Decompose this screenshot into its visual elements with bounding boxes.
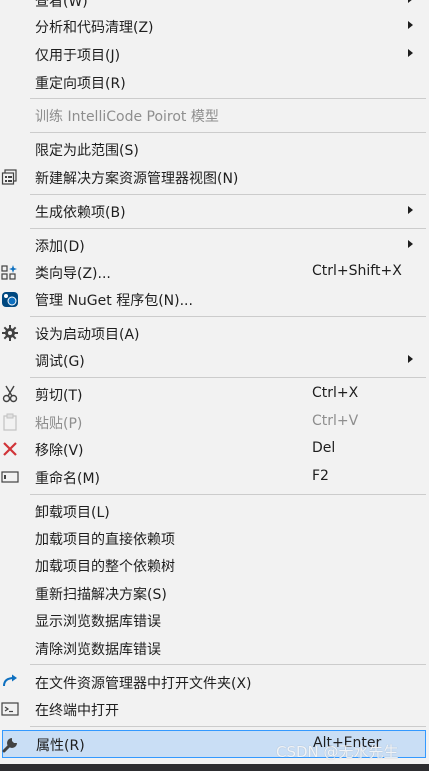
menu-item-debug[interactable]: 调试(G) bbox=[0, 347, 426, 373]
menu-item-remove[interactable]: 移除(V) Del bbox=[0, 436, 426, 462]
menu-item-retarget-project[interactable]: 重定向项目(R) bbox=[0, 69, 426, 95]
menu-item-paste: 粘贴(P) Ctrl+V bbox=[0, 409, 426, 435]
nuget-icon bbox=[0, 289, 20, 309]
clipboard-icon bbox=[0, 412, 20, 432]
menu-separator bbox=[30, 98, 426, 99]
menu-item-label: 添加(D) bbox=[35, 239, 85, 255]
menu-item-analyze-code-cleanup[interactable]: 分析和代码清理(Z) bbox=[0, 13, 426, 39]
submenu-arrow-icon bbox=[408, 206, 413, 214]
menu-item-open-in-terminal[interactable]: 在终端中打开 bbox=[0, 696, 426, 722]
menu-item-shortcut: Ctrl+X bbox=[312, 385, 359, 401]
menu-item-label: 在终端中打开 bbox=[35, 703, 119, 719]
menu-item-label: 卸载项目(L) bbox=[35, 505, 110, 521]
menu-item-label: 类向导(Z)... bbox=[35, 266, 111, 282]
menu-item-label: 重新扫描解决方案(S) bbox=[35, 587, 167, 603]
wrench-icon bbox=[1, 734, 21, 754]
menu-item-label: 在文件资源管理器中打开文件夹(X) bbox=[35, 676, 252, 692]
menu-item-show-browse-db-errors[interactable]: 显示浏览数据库错误 bbox=[0, 607, 426, 633]
context-menu: 查看(W) 分析和代码清理(Z) 仅用于项目(J) 重定向项目(R) 训练 In… bbox=[0, 0, 429, 771]
menu-item-label: 重定向项目(R) bbox=[35, 76, 126, 92]
menu-item-manage-nuget[interactable]: 管理 NuGet 程序包(N)... bbox=[0, 286, 426, 312]
menu-item-label: 分析和代码清理(Z) bbox=[35, 20, 154, 36]
menu-item-label: 仅用于项目(J) bbox=[35, 48, 121, 64]
menu-item-label: 剪切(T) bbox=[35, 388, 83, 404]
menu-item-label: 新建解决方案资源管理器视图(N) bbox=[35, 171, 239, 187]
menu-separator bbox=[30, 726, 426, 727]
menu-item-label: 查看(W) bbox=[35, 0, 88, 10]
menu-item-label: 重命名(M) bbox=[35, 471, 101, 487]
menu-separator bbox=[30, 664, 426, 665]
menu-separator bbox=[30, 377, 426, 378]
scissors-icon bbox=[0, 384, 20, 404]
delete-x-icon bbox=[0, 439, 20, 459]
class-wizard-icon bbox=[0, 262, 20, 282]
submenu-arrow-icon bbox=[408, 355, 413, 363]
menu-item-label: 移除(V) bbox=[35, 443, 84, 459]
menu-item-class-wizard[interactable]: 类向导(Z)... Ctrl+Shift+X bbox=[0, 259, 426, 285]
menu-item-label: 限定为此范围(S) bbox=[35, 143, 139, 159]
menu-item-shortcut: Del bbox=[312, 440, 336, 456]
rename-icon bbox=[0, 467, 20, 487]
menu-separator bbox=[30, 316, 426, 317]
menu-item-label: 属性(R) bbox=[36, 738, 85, 754]
menu-item-label: 粘贴(P) bbox=[35, 416, 83, 432]
menu-item-shortcut: F2 bbox=[312, 468, 329, 484]
menu-item-shortcut: Ctrl+V bbox=[312, 413, 359, 429]
menu-item-load-direct-dependencies[interactable]: 加载项目的直接依赖项 bbox=[0, 525, 426, 551]
menu-item-load-dependency-tree[interactable]: 加载项目的整个依赖树 bbox=[0, 552, 426, 578]
menu-item-set-startup-project[interactable]: 设为启动项目(A) bbox=[0, 320, 426, 346]
submenu-arrow-icon bbox=[408, 0, 413, 3]
menu-item-add[interactable]: 添加(D) bbox=[0, 232, 426, 258]
menu-separator bbox=[30, 132, 426, 133]
menu-item-rename[interactable]: 重命名(M) F2 bbox=[0, 464, 426, 490]
menu-separator bbox=[30, 228, 426, 229]
gear-icon bbox=[0, 323, 20, 343]
bottom-edge-bar bbox=[0, 764, 429, 771]
menu-item-label: 生成依赖项(B) bbox=[35, 205, 126, 221]
menu-item-clear-browse-db-errors[interactable]: 清除浏览数据库错误 bbox=[0, 635, 426, 661]
open-folder-arrow-icon bbox=[0, 672, 20, 692]
menu-separator bbox=[30, 494, 426, 495]
menu-item-label: 加载项目的直接依赖项 bbox=[35, 532, 175, 548]
menu-separator bbox=[30, 194, 426, 195]
menu-item-open-in-file-explorer[interactable]: 在文件资源管理器中打开文件夹(X) bbox=[0, 669, 426, 695]
menu-item-label: 清除浏览数据库错误 bbox=[35, 642, 161, 658]
menu-item-project-only[interactable]: 仅用于项目(J) bbox=[0, 41, 426, 67]
menu-item-label: 加载项目的整个依赖树 bbox=[35, 559, 175, 575]
menu-item-unload-project[interactable]: 卸载项目(L) bbox=[0, 498, 426, 524]
submenu-arrow-icon bbox=[408, 21, 413, 29]
menu-item-scope-to-this[interactable]: 限定为此范围(S) bbox=[0, 136, 426, 162]
terminal-icon bbox=[0, 699, 20, 719]
menu-item-label: 管理 NuGet 程序包(N)... bbox=[35, 293, 193, 309]
new-view-icon bbox=[0, 167, 20, 187]
menu-item-shortcut: Ctrl+Shift+X bbox=[312, 263, 402, 279]
menu-item-new-solution-explorer-view[interactable]: 新建解决方案资源管理器视图(N) bbox=[0, 164, 426, 190]
submenu-arrow-icon bbox=[408, 240, 413, 248]
menu-item-label: 设为启动项目(A) bbox=[35, 327, 140, 343]
menu-item-rescan-solution[interactable]: 重新扫描解决方案(S) bbox=[0, 580, 426, 606]
menu-item-build-dependencies[interactable]: 生成依赖项(B) bbox=[0, 198, 426, 224]
menu-item-label: 训练 IntelliCode Poirot 模型 bbox=[35, 109, 219, 125]
watermark: CSDN @无水先生 bbox=[276, 743, 399, 761]
menu-item-train-intellicode: 训练 IntelliCode Poirot 模型 bbox=[0, 102, 426, 128]
menu-item-label: 调试(G) bbox=[35, 354, 85, 370]
menu-item-label: 显示浏览数据库错误 bbox=[35, 614, 161, 630]
menu-item-cut[interactable]: 剪切(T) Ctrl+X bbox=[0, 381, 426, 407]
submenu-arrow-icon bbox=[408, 49, 413, 57]
menu-item-view[interactable]: 查看(W) bbox=[0, 0, 426, 13]
